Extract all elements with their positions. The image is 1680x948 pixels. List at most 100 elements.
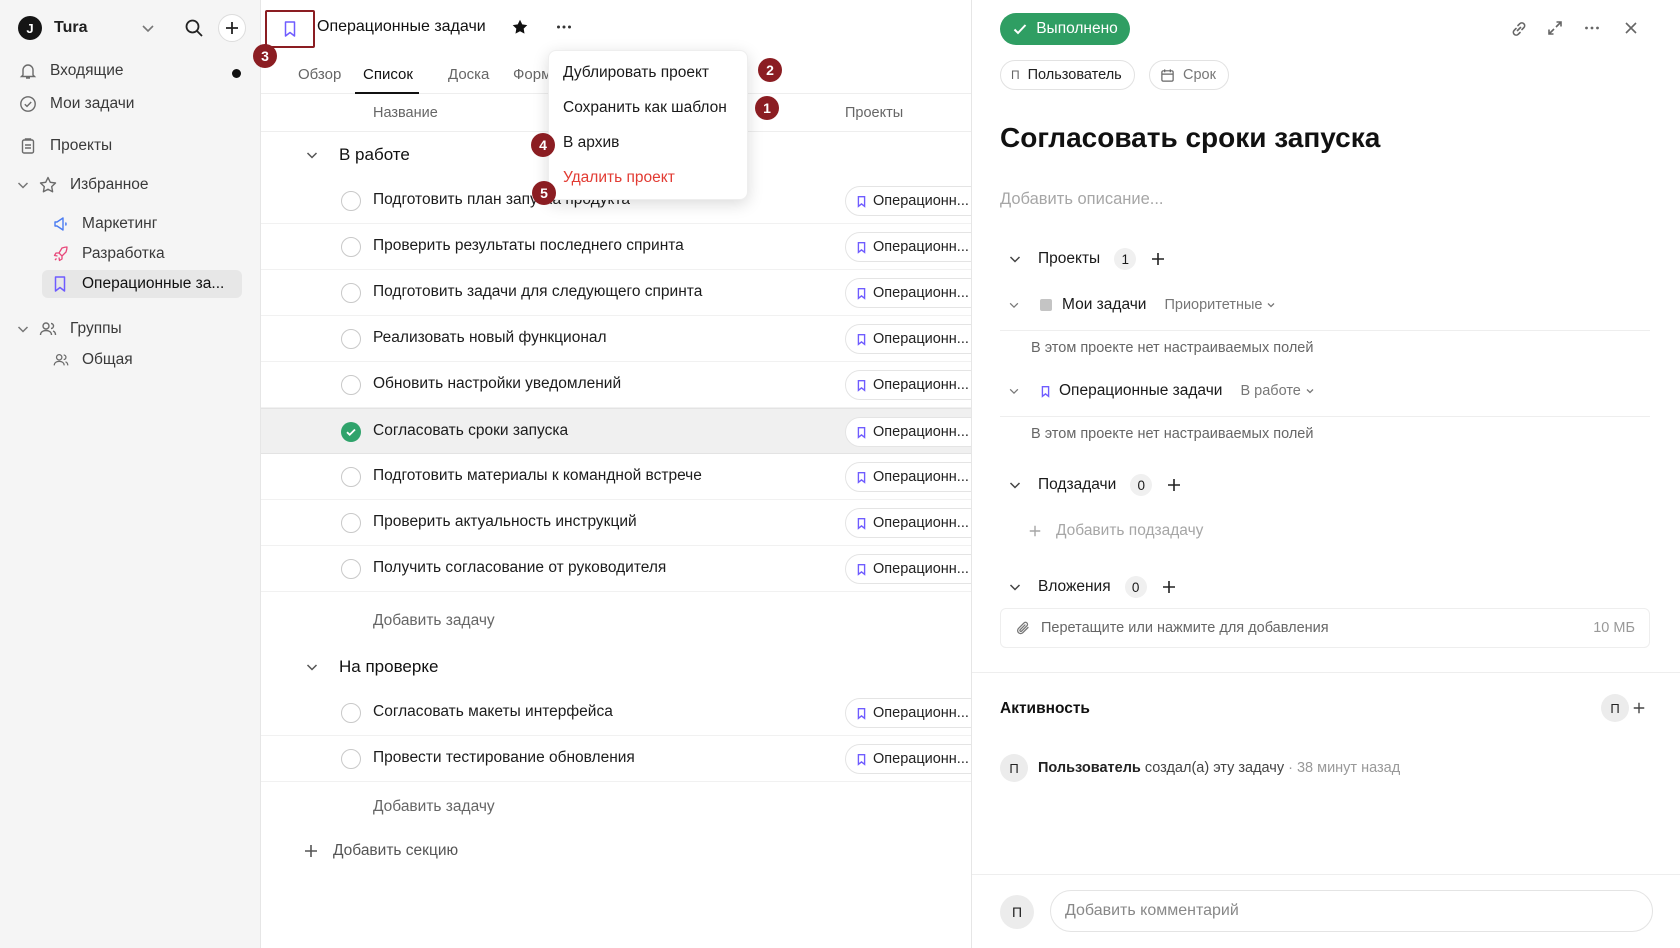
sidebar-item-marketing[interactable]: Маркетинг	[42, 210, 242, 238]
task-name[interactable]: Проверить актуальность инструкций	[373, 513, 637, 531]
add-attachment-icon[interactable]	[1161, 579, 1177, 595]
link-icon[interactable]	[1509, 19, 1529, 39]
task-project-tag[interactable]: Операционн...	[845, 554, 985, 584]
task-project-tag[interactable]: Операционн...	[845, 508, 985, 538]
project-status-dropdown[interactable]: Приоритетные	[1164, 297, 1276, 313]
task-name[interactable]: Получить согласование от руководителя	[373, 559, 666, 577]
task-project-tag[interactable]: Операционн...	[845, 370, 985, 400]
sidebar-item-projects[interactable]: Проекты	[18, 133, 112, 159]
sidebar-item-general-group[interactable]: Общая	[42, 346, 242, 374]
add-subtask-button[interactable]: Добавить подзадачу	[1028, 522, 1203, 540]
project-icon-button[interactable]	[265, 10, 315, 48]
mark-complete-button[interactable]: Выполнено	[1000, 13, 1130, 45]
menu-item-save-as-template[interactable]: Сохранить как шаблон	[563, 99, 727, 117]
add-task-link[interactable]: Добавить задачу	[373, 798, 495, 816]
close-icon[interactable]	[1622, 19, 1640, 37]
comment-input[interactable]: Добавить комментарий	[1050, 890, 1653, 932]
task-checkbox[interactable]	[341, 191, 361, 211]
task-row[interactable]: Подготовить задачи для следующего спринт…	[261, 270, 985, 316]
search-icon[interactable]	[184, 18, 204, 38]
tab-list[interactable]: Список	[363, 66, 413, 83]
tab-form[interactable]: Форм	[513, 66, 551, 83]
workspace-name[interactable]: Tura	[54, 19, 87, 37]
task-project-tag[interactable]: Операционн...	[845, 232, 985, 262]
task-title[interactable]: Согласовать сроки запуска	[1000, 122, 1380, 154]
tab-overview[interactable]: Обзор	[298, 66, 341, 83]
task-checkbox[interactable]	[341, 329, 361, 349]
due-date-chip[interactable]: Срок	[1149, 60, 1229, 90]
tab-board[interactable]: Доска	[448, 66, 489, 83]
task-project-tag[interactable]: Операционн...	[845, 278, 985, 308]
sidebar-favorites-header[interactable]: Избранное	[16, 172, 149, 198]
add-button[interactable]	[218, 14, 246, 42]
task-name[interactable]: Обновить настройки уведомлений	[373, 375, 621, 393]
task-checkbox[interactable]	[341, 467, 361, 487]
task-checkbox[interactable]	[341, 375, 361, 395]
add-section-button[interactable]: Добавить секцию	[303, 842, 458, 860]
add-task-link[interactable]: Добавить задачу	[373, 612, 495, 630]
task-row[interactable]: Проверить результаты последнего спринта …	[261, 224, 985, 270]
task-project-tag[interactable]: Операционн...	[845, 744, 985, 774]
task-project-row-operations[interactable]: Операционные задачи В работе	[1008, 382, 1315, 400]
chevron-down-icon[interactable]	[1008, 580, 1022, 594]
task-checkbox[interactable]	[341, 559, 361, 579]
task-name[interactable]: Согласовать сроки запуска	[373, 422, 568, 440]
task-row[interactable]: Обновить настройки уведомлений Операцион…	[261, 362, 985, 408]
task-project-tag[interactable]: Операционн...	[845, 186, 985, 216]
project-status-dropdown[interactable]: В работе	[1240, 383, 1314, 399]
task-name[interactable]: Реализовать новый функционал	[373, 329, 607, 347]
workspace-switcher[interactable]: J Tura	[18, 14, 250, 42]
add-subtask-icon[interactable]	[1166, 477, 1182, 493]
task-row[interactable]: Получить согласование от руководителя Оп…	[261, 546, 985, 592]
more-options-icon[interactable]	[555, 18, 573, 36]
add-follower-icon[interactable]	[1627, 696, 1651, 720]
task-project-tag[interactable]: Операционн...	[845, 698, 985, 728]
chevron-down-icon[interactable]	[1008, 478, 1022, 492]
task-checkbox[interactable]	[341, 703, 361, 723]
chevron-down-icon[interactable]	[1008, 385, 1022, 397]
chevron-down-icon[interactable]	[305, 660, 325, 674]
sidebar-item-my-tasks[interactable]: Мои задачи	[18, 91, 134, 117]
description-field[interactable]: Добавить описание...	[1000, 190, 1164, 209]
menu-item-delete-project[interactable]: Удалить проект	[563, 169, 675, 187]
chevron-down-icon[interactable]	[305, 148, 325, 162]
chevron-down-icon[interactable]	[140, 20, 156, 36]
task-project-tag[interactable]: Операционн...	[845, 462, 985, 492]
task-project-tag[interactable]: Операционн...	[845, 324, 985, 354]
section-header-in-progress[interactable]: В работе	[305, 142, 410, 168]
section-header-in-review[interactable]: На проверке	[305, 654, 438, 680]
task-checkbox[interactable]	[341, 749, 361, 769]
subtasks-section-header[interactable]: Подзадачи 0	[1008, 474, 1182, 496]
attachment-dropzone[interactable]: Перетащите или нажмите для добавления 10…	[1000, 608, 1650, 648]
task-name[interactable]: Подготовить задачи для следующего спринт…	[373, 283, 702, 301]
chevron-down-icon[interactable]	[16, 178, 30, 192]
sidebar-item-inbox[interactable]: Входящие	[18, 58, 124, 84]
expand-icon[interactable]	[1546, 19, 1564, 37]
chevron-down-icon[interactable]	[16, 322, 30, 336]
task-name[interactable]: Провести тестирование обновления	[373, 749, 635, 767]
task-row[interactable]: Подготовить материалы к командной встреч…	[261, 454, 985, 500]
sidebar-groups-header[interactable]: Группы	[16, 316, 122, 342]
task-row[interactable]: Реализовать новый функционал Операционн.…	[261, 316, 985, 362]
menu-item-archive[interactable]: В архив	[563, 134, 619, 152]
task-row-selected[interactable]: Согласовать сроки запуска Операционн...	[261, 408, 985, 454]
task-checkbox[interactable]	[341, 237, 361, 257]
avatar[interactable]: П	[1601, 694, 1629, 722]
task-project-row-my-tasks[interactable]: Мои задачи Приоритетные	[1008, 296, 1276, 314]
assignee-chip[interactable]: П Пользователь	[1000, 60, 1135, 90]
task-project-tag[interactable]: Операционн...	[845, 417, 985, 447]
attachments-section-header[interactable]: Вложения 0	[1008, 576, 1177, 598]
task-checkbox[interactable]	[341, 283, 361, 303]
star-filled-icon[interactable]	[511, 18, 529, 36]
menu-item-duplicate-project[interactable]: Дублировать проект	[563, 64, 709, 82]
sidebar-item-operations[interactable]: Операционные за...	[42, 270, 242, 298]
task-row[interactable]: Согласовать макеты интерфейса Операционн…	[261, 690, 985, 736]
task-name[interactable]: Подготовить материалы к командной встреч…	[373, 467, 702, 485]
column-header-projects[interactable]: Проекты	[845, 105, 903, 121]
task-checkbox-checked[interactable]	[341, 422, 361, 442]
task-checkbox[interactable]	[341, 513, 361, 533]
chevron-down-icon[interactable]	[1008, 299, 1022, 311]
projects-section-header[interactable]: Проекты 1	[1008, 248, 1166, 270]
task-row[interactable]: Проверить актуальность инструкций Операц…	[261, 500, 985, 546]
more-options-icon[interactable]	[1583, 19, 1601, 37]
